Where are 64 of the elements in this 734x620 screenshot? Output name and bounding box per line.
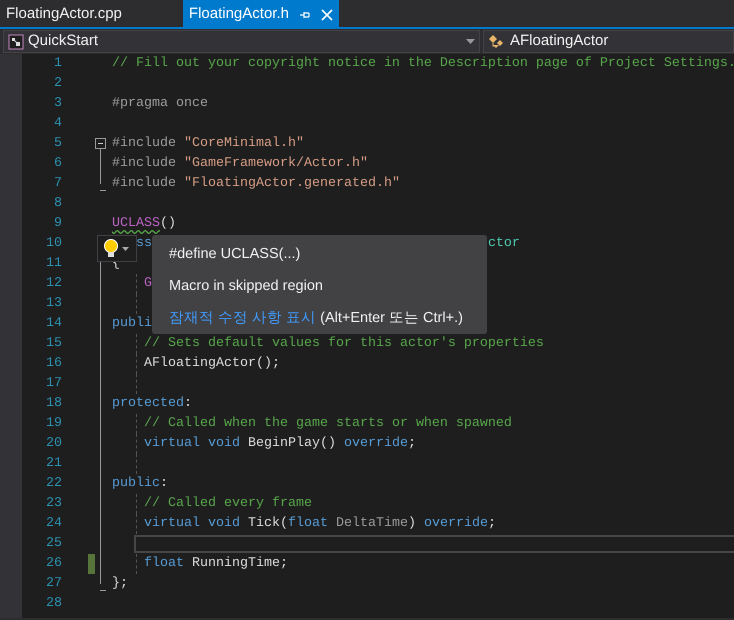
popup-text: Macro in skipped region <box>169 277 324 296</box>
line-number: 23 <box>45 495 62 513</box>
code-line: ctor <box>488 236 520 251</box>
line-number: 26 <box>45 555 62 573</box>
line-number: 10 <box>45 235 62 253</box>
code-line: #include "CoreMinimal.h" <box>112 136 304 151</box>
line-number: 18 <box>45 395 62 413</box>
member-dropdown[interactable]: AFloatingActor <box>483 30 734 53</box>
code-line: virtual void Tick(float DeltaTime) override; <box>144 516 496 531</box>
collapse-icon[interactable] <box>95 138 106 149</box>
code-line: }; <box>112 576 128 591</box>
code-line: #pragma once <box>112 96 208 111</box>
line-number: 13 <box>45 295 62 313</box>
line-number: 16 <box>45 355 62 373</box>
line-number: 12 <box>45 275 62 293</box>
line-number: 21 <box>45 455 62 473</box>
caret-icon <box>466 39 475 44</box>
code-line: AFloatingActor(); <box>144 356 280 371</box>
caret-icon <box>122 246 129 250</box>
code-line: ss <box>136 236 152 251</box>
code-line: #include "FloatingActor.generated.h" <box>112 176 400 191</box>
project-icon <box>8 34 24 50</box>
code-line: protected: <box>112 396 192 411</box>
line-number: 20 <box>45 435 62 453</box>
line-number: 19 <box>45 415 62 433</box>
code-line: float RunningTime; <box>144 556 288 571</box>
line-number: 2 <box>53 75 62 93</box>
code-line: // Sets default values for this actor's properties <box>144 336 544 351</box>
line-number: 24 <box>45 515 62 533</box>
popup-text: #define UCLASS(...) <box>169 245 302 264</box>
line-number: 11 <box>45 255 62 273</box>
line-number: 28 <box>45 595 62 613</box>
line-number: 9 <box>53 215 62 233</box>
file-tab[interactable]: FloatingActor.h <box>182 0 339 29</box>
show-fixes-link[interactable]: 잠재적 수정 사항 표시 <box>169 308 316 328</box>
line-number: 3 <box>53 95 62 113</box>
line-number: 4 <box>53 115 62 133</box>
code-line: // Called when the game starts or when spawned <box>144 416 512 431</box>
code-line: public: <box>112 476 168 491</box>
file-tab[interactable]: FloatingActor.cpp <box>0 0 128 29</box>
code-line: G <box>144 276 152 291</box>
code-line: virtual void BeginPlay() override; <box>144 436 416 451</box>
code-line: // Called every frame <box>144 496 312 511</box>
line-number: 22 <box>45 475 62 493</box>
light-bulb-button[interactable] <box>97 235 137 262</box>
code-line: #include "GameFramework/Actor.h" <box>112 156 368 171</box>
project-dropdown[interactable]: QuickStart <box>3 30 480 53</box>
line-number: 1 <box>53 55 62 73</box>
code-line: UCLASS() <box>112 216 176 231</box>
code-line: // Fill out your copyright notice in the Description page of Project Settings. <box>112 56 734 71</box>
line-number: 15 <box>45 335 62 353</box>
line-number: 27 <box>45 575 62 593</box>
light-bulb-icon <box>103 238 119 258</box>
line-number: 5 <box>53 135 62 153</box>
line-number: 25 <box>45 535 62 553</box>
line-number: 14 <box>45 315 62 333</box>
line-number: 6 <box>53 155 62 173</box>
line-number: 7 <box>53 175 62 193</box>
line-number: 8 <box>53 195 62 213</box>
line-number: 17 <box>45 375 62 393</box>
class-icon <box>488 34 506 50</box>
close-icon[interactable] <box>320 8 333 20</box>
code-line: publi <box>112 316 152 331</box>
shortcut-hint: (Alt+Enter 또는 Ctrl+.) <box>319 309 463 328</box>
